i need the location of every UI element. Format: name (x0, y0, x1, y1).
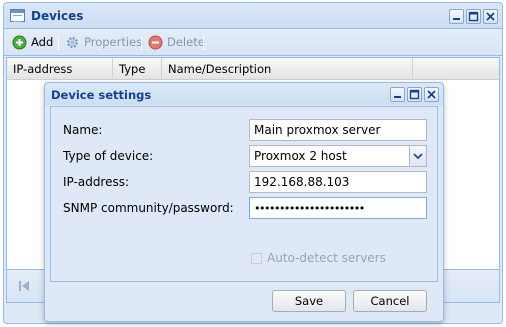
add-label: Add (31, 35, 54, 49)
name-input[interactable] (249, 119, 427, 141)
devices-toolbar: Add Properties Delete (4, 29, 502, 56)
toolbar-separator (58, 36, 59, 50)
gear-icon (65, 35, 80, 50)
ip-address-label: IP-address: (63, 175, 130, 189)
maximize-icon[interactable] (466, 9, 481, 24)
devices-window-header[interactable]: Devices (4, 3, 502, 29)
column-header-type[interactable]: Type (113, 58, 162, 80)
device-type-select[interactable]: Proxmox 2 host (249, 145, 427, 167)
toolbar-separator (203, 36, 204, 50)
grid-header: IP-address Type Name/Description (7, 58, 499, 80)
device-type-label: Type of device: (63, 149, 154, 163)
delete-label: Delete (167, 35, 205, 49)
close-icon[interactable] (424, 87, 439, 102)
close-icon[interactable] (483, 9, 498, 24)
ip-address-input[interactable] (249, 171, 427, 193)
minimize-icon[interactable] (449, 9, 464, 24)
name-label: Name: (63, 123, 103, 137)
auto-detect-label: Auto-detect servers (267, 251, 386, 265)
save-button[interactable]: Save (272, 290, 346, 312)
delete-icon (148, 35, 163, 50)
grid-window-icon (10, 9, 25, 22)
column-header-ip[interactable]: IP-address (7, 58, 113, 80)
device-settings-form: Name: Type of device: Proxmox 2 host IP-… (50, 106, 438, 282)
cancel-button[interactable]: Cancel (353, 290, 427, 312)
maximize-icon[interactable] (407, 87, 422, 102)
window-title: Devices (31, 9, 84, 23)
properties-label: Properties (84, 35, 143, 49)
column-header-name[interactable]: Name/Description (162, 58, 413, 80)
add-icon (12, 35, 27, 50)
device-type-value: Proxmox 2 host (254, 149, 347, 163)
dialog-title: Device settings (51, 88, 152, 102)
toolbar-separator (141, 36, 142, 50)
snmp-password-label: SNMP community/password: (63, 201, 234, 215)
dialog-header[interactable]: Device settings (45, 83, 443, 105)
snmp-password-input[interactable] (249, 197, 427, 219)
chevron-down-icon[interactable] (409, 146, 426, 166)
auto-detect-checkbox[interactable] (251, 253, 262, 264)
minimize-icon[interactable] (390, 87, 405, 102)
device-settings-dialog: Device settings Name: Type of device: Pr… (44, 82, 444, 322)
first-page-icon[interactable] (17, 279, 31, 293)
